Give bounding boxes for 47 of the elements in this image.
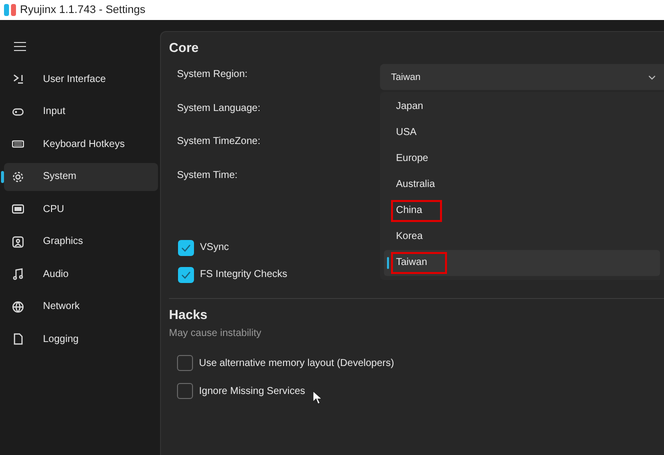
- sidebar-item[interactable]: Network: [4, 292, 158, 320]
- gamepad-icon: [12, 106, 24, 118]
- keyboard-icon: [12, 138, 24, 150]
- field-label: System Region:: [177, 69, 248, 80]
- mouse-cursor-icon: [312, 390, 322, 405]
- chevron-down-icon: [648, 74, 656, 80]
- music-note-icon: [12, 268, 24, 280]
- image-icon: [12, 236, 24, 248]
- dropdown-option[interactable]: USA: [380, 120, 664, 146]
- checkbox[interactable]: [177, 383, 193, 399]
- dropdown-option[interactable]: China: [380, 198, 664, 224]
- checkbox[interactable]: [178, 240, 194, 256]
- region-dropdown[interactable]: Taiwan: [380, 64, 664, 90]
- sidebar-item[interactable]: Audio: [4, 260, 158, 288]
- checkmark-icon: [181, 244, 191, 252]
- window-title: Ryujinx 1.1.743 - Settings: [20, 4, 146, 16]
- dropdown-option[interactable]: Australia: [380, 172, 664, 198]
- dropdown-option[interactable]: Taiwan: [384, 250, 660, 276]
- checkbox-label: Use alternative memory layout (Developers): [199, 358, 394, 368]
- checkbox[interactable]: [177, 355, 193, 371]
- document-icon: [12, 333, 24, 345]
- sidebar-item[interactable]: Logging: [4, 325, 158, 353]
- dropdown-option[interactable]: Korea: [380, 224, 664, 250]
- sidebar-item[interactable]: Keyboard Hotkeys: [4, 130, 158, 158]
- chip-icon: [12, 203, 24, 215]
- field-label: System TimeZone:: [177, 136, 260, 148]
- checkbox[interactable]: [178, 266, 194, 282]
- section-title: Core: [169, 40, 200, 57]
- dropdown-option[interactable]: Europe: [380, 146, 664, 172]
- field-label: System Time:: [177, 170, 238, 181]
- sidebar-item[interactable]: System: [4, 162, 158, 190]
- app-logo-icon: [4, 4, 16, 16]
- checkbox-label: Ignore Missing Services: [199, 386, 306, 396]
- settings-icon: [12, 170, 24, 182]
- sidebar-item[interactable]: CPU: [4, 195, 158, 223]
- section-subtitle: May cause instability: [169, 328, 262, 339]
- sidebar-item[interactable]: Input: [4, 98, 158, 126]
- checkbox-label: VSync: [200, 242, 229, 253]
- checkmark-icon: [181, 270, 191, 278]
- sidebar-item[interactable]: Graphics: [4, 228, 158, 256]
- field-label: System Language:: [177, 102, 260, 114]
- section-title: Hacks: [169, 307, 208, 324]
- menu-icon[interactable]: [14, 42, 26, 51]
- dropdown-option[interactable]: Japan: [380, 94, 664, 120]
- checkbox-label: FS Integrity Checks: [200, 269, 288, 280]
- globe-icon: [12, 300, 24, 312]
- sidebar-item[interactable]: User Interface: [4, 65, 158, 93]
